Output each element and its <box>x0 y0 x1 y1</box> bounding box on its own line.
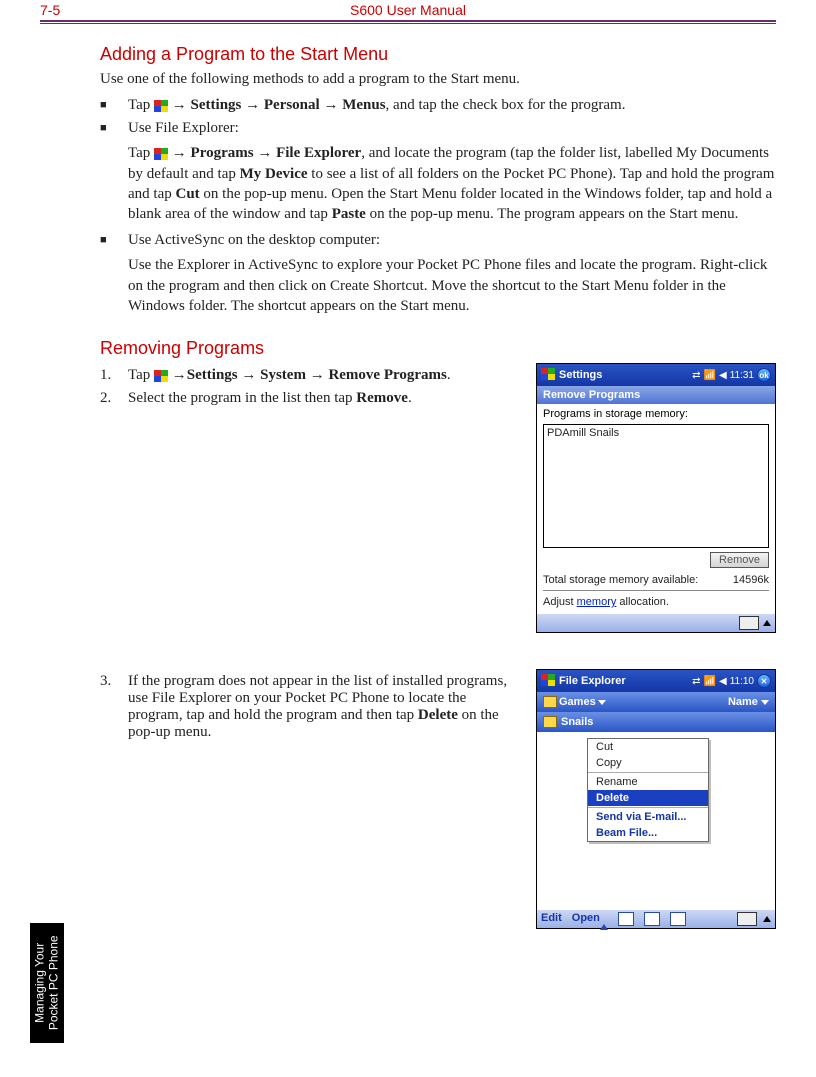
menu-beam-file[interactable]: Beam File... <box>588 825 708 841</box>
adjust-memory-text: Adjust memory allocation. <box>543 596 669 608</box>
keyboard-icon[interactable] <box>737 912 757 926</box>
chapter-tab: Managing YourPocket PC Phone <box>30 923 64 1043</box>
clock-text: 11:10 <box>730 676 754 687</box>
ok-button[interactable]: ok <box>757 368 771 382</box>
folder-icon <box>543 696 557 708</box>
keyboard-icon[interactable] <box>739 616 759 630</box>
speaker-icon[interactable]: ◀ <box>719 676 727 687</box>
subtitle-remove-programs: Remove Programs <box>537 386 775 404</box>
close-button[interactable]: ✕ <box>757 674 771 688</box>
total-memory-label: Total storage memory available: <box>543 574 733 586</box>
bullet-settings-menus: Tap → Settings → Personal → Menus, and t… <box>100 97 776 114</box>
heading-removing-programs: Removing Programs <box>100 338 776 359</box>
start-flag-icon <box>154 370 168 382</box>
heading-adding-program: Adding a Program to the Start Menu <box>100 44 776 65</box>
device-icon[interactable] <box>670 912 686 926</box>
start-flag-icon[interactable] <box>541 368 555 382</box>
remove-button[interactable]: Remove <box>710 552 769 568</box>
screenshot-remove-programs: Settings ⇄ 📶 ◀ 11:31 ok Remove Programs … <box>536 363 776 633</box>
connectivity-icon[interactable]: ⇄ <box>692 676 700 687</box>
screenshot-file-explorer: File Explorer ⇄ 📶 ◀ 11:10 ✕ Games <box>536 669 776 929</box>
card-icon[interactable] <box>618 912 634 926</box>
menu-rename[interactable]: Rename <box>588 774 708 790</box>
signal-icon[interactable]: 📶 <box>704 370 716 381</box>
intro-text: Use one of the following methods to add … <box>100 69 776 89</box>
label-programs-in-memory: Programs in storage memory: <box>537 404 775 422</box>
chevron-down-icon[interactable] <box>598 700 606 705</box>
selected-file[interactable]: Snails <box>561 716 593 728</box>
edit-menu[interactable]: Edit <box>541 912 562 926</box>
breadcrumb-folder[interactable]: Games <box>559 696 596 708</box>
title-file-explorer: File Explorer <box>559 675 688 687</box>
sort-label[interactable]: Name <box>728 696 769 708</box>
signal-icon[interactable]: 📶 <box>704 676 716 687</box>
connectivity-icon[interactable]: ⇄ <box>692 370 700 381</box>
total-memory-value: 14596k <box>733 574 769 586</box>
doc-title: S600 User Manual <box>285 2 530 18</box>
bullet-file-explorer: Use File Explorer: Tap → Programs → File… <box>100 120 776 224</box>
start-flag-icon <box>154 100 168 112</box>
start-flag-icon <box>154 148 168 160</box>
step-2: 2. Select the program in the list then t… <box>100 390 518 407</box>
start-flag-icon[interactable] <box>541 674 555 688</box>
step-3: 3. If the program does not appear in the… <box>100 673 518 741</box>
step-1: 1. Tap →Settings → System → Remove Progr… <box>100 367 518 384</box>
open-menu[interactable]: Open <box>572 912 608 926</box>
menu-cut[interactable]: Cut <box>588 739 708 755</box>
sip-toggle-icon[interactable] <box>763 916 771 922</box>
menu-send-email[interactable]: Send via E-mail... <box>588 809 708 825</box>
list-item[interactable]: PDAmill Snails <box>547 427 765 439</box>
title-settings: Settings <box>559 369 688 381</box>
context-menu: Cut Copy Rename Delete Send via E-mail..… <box>587 738 709 842</box>
network-icon[interactable] <box>644 912 660 926</box>
chevron-down-icon[interactable] <box>761 700 769 705</box>
folder-icon <box>543 716 557 728</box>
sip-toggle-icon[interactable] <box>763 620 771 626</box>
page-number: 7-5 <box>40 2 285 18</box>
menu-delete[interactable]: Delete <box>588 790 708 806</box>
speaker-icon[interactable]: ◀ <box>719 370 727 381</box>
chevron-up-icon <box>600 912 608 930</box>
memory-link[interactable]: memory <box>577 596 617 608</box>
menu-copy[interactable]: Copy <box>588 755 708 771</box>
program-list[interactable]: PDAmill Snails <box>543 424 769 548</box>
header-rule-thick <box>40 20 776 22</box>
bullet-activesync: Use ActiveSync on the desktop computer: … <box>100 232 776 316</box>
clock-text: 11:31 <box>730 370 754 381</box>
